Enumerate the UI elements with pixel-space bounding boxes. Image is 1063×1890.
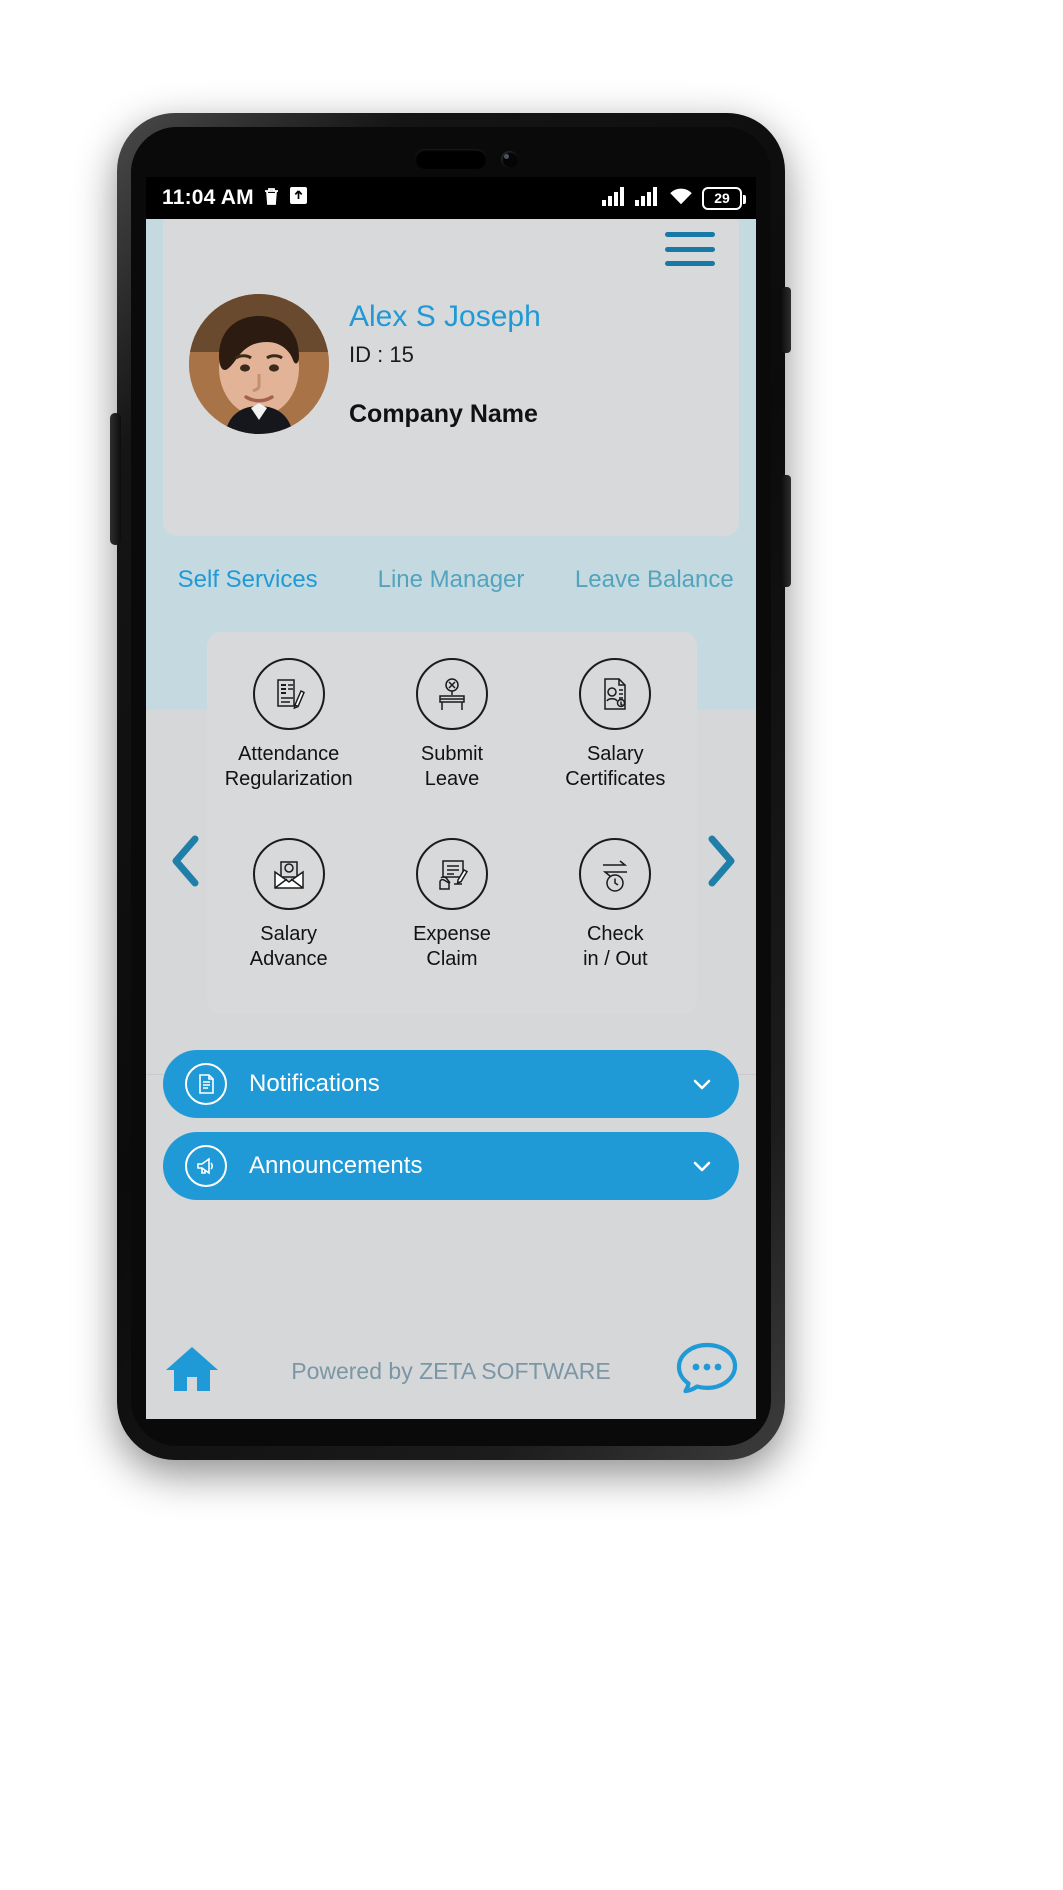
service-label: Salary Certificates bbox=[565, 743, 666, 790]
avatar[interactable] bbox=[189, 294, 329, 434]
service-item-submit-leave[interactable]: Submit Leave bbox=[370, 646, 533, 826]
powered-by-text: Powered by ZETA SOFTWARE bbox=[291, 1357, 611, 1384]
announcements-label: Announcements bbox=[249, 1152, 423, 1179]
trash-icon bbox=[263, 186, 280, 211]
profile-card: Alex S Joseph ID : 15 Company Name bbox=[163, 210, 739, 536]
app-content: Alex S Joseph ID : 15 Company Name Self … bbox=[146, 202, 756, 1419]
tab-self-services[interactable]: Self Services bbox=[146, 566, 349, 594]
money-envelope-icon bbox=[252, 838, 325, 910]
status-bar: 11:04 AM 29 bbox=[146, 177, 756, 219]
signal-bars-icon bbox=[602, 186, 627, 211]
announcements-panel[interactable]: Announcements bbox=[163, 1132, 739, 1200]
screenshot-root: 11:04 AM 29 Alex S Joseph ID: 15 Compan… bbox=[0, 0, 1063, 1890]
service-label: Salary Advance bbox=[249, 923, 328, 970]
footer-bar: Powered by ZETA SOFTWARE bbox=[146, 1323, 756, 1419]
receipt-hand-icon bbox=[415, 838, 488, 910]
megaphone-icon bbox=[185, 1145, 227, 1187]
home-icon[interactable] bbox=[164, 1343, 220, 1400]
clock-swap-icon bbox=[579, 838, 652, 910]
service-item-check-in-out[interactable]: Check in / Out bbox=[534, 826, 697, 1006]
power-button[interactable] bbox=[781, 287, 791, 353]
chevron-down-icon[interactable] bbox=[687, 1151, 717, 1181]
wifi-icon bbox=[668, 186, 694, 211]
document-pen-icon bbox=[252, 658, 325, 730]
chevron-right-icon[interactable] bbox=[704, 834, 738, 888]
service-item-salary-certificates[interactable]: Salary Certificates bbox=[534, 646, 697, 826]
chevron-down-icon[interactable] bbox=[687, 1069, 717, 1099]
status-bar-left: 11:04 AM bbox=[162, 186, 308, 211]
hamburger-menu-icon[interactable] bbox=[665, 232, 715, 266]
profile-id: ID : 15 bbox=[349, 342, 414, 367]
notification-doc-icon bbox=[185, 1063, 227, 1105]
certificate-icon bbox=[579, 658, 652, 730]
app-screen: Alex S Joseph ID : 15 Company Name Self … bbox=[146, 160, 756, 1419]
battery-indicator: 29 bbox=[702, 186, 746, 210]
phone-bezel: 11:04 AM 29 Alex S Joseph ID: 15 Compan… bbox=[131, 127, 771, 1446]
upload-icon bbox=[289, 186, 308, 210]
service-item-salary-advance[interactable]: Salary Advance bbox=[207, 826, 370, 1006]
notifications-label: Notifications bbox=[249, 1070, 380, 1097]
signal-bars-icon bbox=[635, 186, 660, 211]
notifications-panel[interactable]: Notifications bbox=[163, 1050, 739, 1118]
service-label: Check in / Out bbox=[583, 923, 648, 970]
chevron-left-icon[interactable] bbox=[168, 834, 202, 888]
status-bar-right: 29 bbox=[602, 186, 746, 211]
status-time: 11:04 AM bbox=[162, 186, 254, 209]
desk-absent-icon bbox=[415, 658, 488, 730]
services-card: Attendance Regularization Submit Leave S… bbox=[207, 632, 697, 1014]
side-button-left[interactable] bbox=[110, 413, 121, 545]
services-grid: Attendance Regularization Submit Leave S… bbox=[207, 646, 697, 1006]
service-label: Submit Leave bbox=[420, 743, 484, 790]
company-name: Company Name bbox=[349, 400, 538, 428]
volume-button[interactable] bbox=[781, 475, 791, 587]
battery-level: 29 bbox=[714, 190, 730, 206]
profile-name: Alex S Joseph bbox=[349, 300, 541, 333]
service-item-expense-claim[interactable]: Expense Claim bbox=[370, 826, 533, 1006]
chat-bubble-icon[interactable] bbox=[676, 1341, 738, 1402]
service-item-attendance-regularization[interactable]: Attendance Regularization bbox=[207, 646, 370, 826]
tab-line-manager[interactable]: Line Manager bbox=[349, 566, 552, 594]
earpiece-speaker bbox=[415, 149, 487, 169]
tab-bar: Self Services Line Manager Leave Balance bbox=[146, 554, 756, 606]
service-label: Attendance Regularization bbox=[224, 743, 353, 790]
service-label: Expense Claim bbox=[413, 923, 491, 970]
tab-leave-balance[interactable]: Leave Balance bbox=[553, 566, 756, 594]
phone-device: 11:04 AM 29 Alex S Joseph ID: 15 Compan… bbox=[110, 113, 791, 1460]
front-camera bbox=[501, 151, 518, 168]
